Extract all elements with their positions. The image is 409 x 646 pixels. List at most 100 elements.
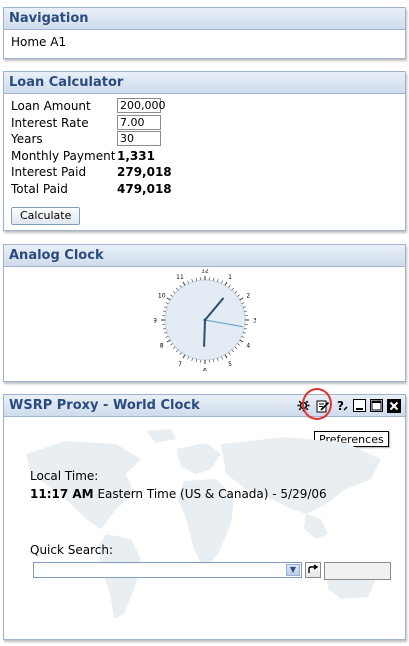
clock-tick bbox=[241, 335, 245, 338]
minimize-icon[interactable] bbox=[353, 399, 366, 412]
clock-tick bbox=[212, 359, 215, 363]
clock-number: 5 bbox=[228, 361, 232, 368]
local-time-value: 11:17 AM Eastern Time (US & Canada) - 5/… bbox=[30, 487, 327, 501]
loan-amount-input[interactable]: 200,000 bbox=[117, 98, 166, 113]
clock-number: 3 bbox=[253, 318, 256, 325]
clock-number: 8 bbox=[160, 343, 164, 350]
clock-tick bbox=[237, 343, 240, 346]
timezone-date-value: Eastern Time (US & Canada) - 5/29/06 bbox=[97, 487, 327, 501]
loan-calculator-title: Loan Calculator bbox=[4, 72, 405, 94]
clock-tick bbox=[163, 306, 168, 308]
clock-tick bbox=[170, 343, 173, 346]
navigation-portlet: Navigation Home A1 bbox=[3, 7, 406, 59]
clock-tick bbox=[244, 310, 248, 313]
monthly-payment-label: Monthly Payment bbox=[11, 148, 116, 163]
clock-number: 10 bbox=[158, 293, 166, 300]
analog-clock-title: Analog Clock bbox=[4, 245, 405, 267]
clock-tick bbox=[220, 280, 223, 284]
clock-tick bbox=[172, 290, 176, 294]
clock-tick bbox=[212, 277, 215, 281]
years-input[interactable]: 30 bbox=[117, 131, 161, 146]
quick-search-label: Quick Search: bbox=[30, 543, 114, 557]
search-result-box[interactable] bbox=[324, 562, 391, 580]
clock-tick bbox=[163, 332, 168, 334]
world-map-background bbox=[26, 429, 381, 619]
clock-number: 1 bbox=[228, 274, 232, 281]
clock-tick bbox=[234, 346, 238, 350]
interest-rate-input[interactable]: 7.00 bbox=[117, 114, 161, 130]
clock-tick bbox=[187, 356, 190, 360]
close-icon[interactable] bbox=[387, 398, 401, 413]
interest-paid-label: Interest Paid bbox=[11, 165, 87, 179]
clock-tick bbox=[166, 297, 171, 301]
clock-tick bbox=[217, 278, 219, 283]
clock-tick bbox=[231, 287, 235, 291]
clock-tick bbox=[165, 335, 169, 338]
clock-tick bbox=[191, 357, 193, 362]
analog-clock-portlet: Analog Clock 12 1 2 3 4 5 6 7 8 9 10 11 bbox=[3, 244, 406, 382]
interest-paid-value: 279,018 bbox=[117, 165, 172, 179]
clock-tick bbox=[241, 302, 245, 305]
help-icon[interactable]: ? bbox=[334, 398, 349, 413]
clock-tick bbox=[182, 354, 186, 359]
quick-search-select[interactable]: ▼ bbox=[33, 562, 302, 578]
clock-tick bbox=[165, 302, 169, 305]
world-clock-titlebar: WSRP Proxy - World Clock ? bbox=[4, 395, 405, 417]
clock-number: 12 bbox=[201, 269, 209, 275]
local-time-label: Local Time: bbox=[30, 469, 99, 483]
clock-tick bbox=[220, 356, 223, 360]
clock-tick bbox=[244, 327, 248, 330]
clock-tick bbox=[231, 349, 235, 353]
clock-tick bbox=[162, 327, 166, 330]
clock-tick bbox=[182, 281, 186, 286]
loan-amount-label: Loan Amount bbox=[11, 99, 91, 113]
gear-icon[interactable] bbox=[296, 398, 311, 413]
world-clock-title: WSRP Proxy - World Clock bbox=[9, 398, 200, 413]
clock-tick bbox=[224, 354, 228, 359]
analog-clock-face: 121234567891011 bbox=[154, 269, 256, 371]
total-paid-value: 479,018 bbox=[117, 181, 172, 196]
clock-tick bbox=[162, 310, 166, 313]
monthly-payment-value: 1,331 bbox=[117, 148, 155, 163]
edit-icon[interactable] bbox=[315, 398, 330, 413]
go-arrow-icon[interactable] bbox=[305, 562, 321, 578]
time-value: 11:17 AM bbox=[30, 487, 94, 501]
clock-number: 11 bbox=[176, 274, 184, 281]
total-paid-label: Total Paid bbox=[11, 181, 68, 196]
clock-minute-hand bbox=[203, 319, 206, 347]
interest-rate-label: Interest Rate bbox=[11, 115, 89, 130]
navigation-title: Navigation bbox=[4, 8, 405, 30]
clock-number: 2 bbox=[246, 293, 250, 300]
clock-tick bbox=[195, 359, 198, 363]
clock-tick bbox=[242, 332, 247, 334]
clock-tick bbox=[242, 306, 247, 308]
clock-tick bbox=[224, 281, 228, 286]
clock-number: 7 bbox=[178, 361, 182, 368]
clock-tick bbox=[195, 277, 198, 281]
clock-tick bbox=[239, 297, 244, 301]
calculate-button[interactable]: Calculate bbox=[11, 207, 81, 225]
clock-tick bbox=[228, 285, 231, 288]
world-clock-portlet: WSRP Proxy - World Clock ? Preferences L… bbox=[3, 388, 406, 640]
maximize-icon[interactable] bbox=[370, 399, 383, 412]
years-label: Years bbox=[11, 132, 43, 146]
clock-tick bbox=[175, 349, 179, 353]
portlet-controls: ? bbox=[296, 397, 401, 414]
loan-form: Loan Amount 200,000 Interest Rate 7.00 Y… bbox=[11, 98, 398, 197]
clock-tick bbox=[237, 294, 240, 297]
clock-tick bbox=[179, 352, 182, 355]
nav-item-home[interactable]: Home A1 bbox=[11, 35, 66, 49]
clock-tick bbox=[172, 346, 176, 350]
chevron-down-icon[interactable]: ▼ bbox=[286, 564, 300, 576]
clock-number: 4 bbox=[246, 343, 250, 350]
clock-tick bbox=[187, 280, 190, 284]
clock-tick bbox=[228, 352, 231, 355]
clock-center bbox=[203, 318, 207, 322]
clock-tick bbox=[191, 278, 193, 283]
clock-tick bbox=[179, 285, 182, 288]
loan-calculator-portlet: Loan Calculator Loan Amount 200,000 Inte… bbox=[3, 71, 406, 231]
clock-tick bbox=[217, 357, 219, 362]
clock-number: 6 bbox=[203, 368, 207, 372]
clock-tick bbox=[239, 339, 244, 343]
clock-tick bbox=[234, 290, 238, 294]
